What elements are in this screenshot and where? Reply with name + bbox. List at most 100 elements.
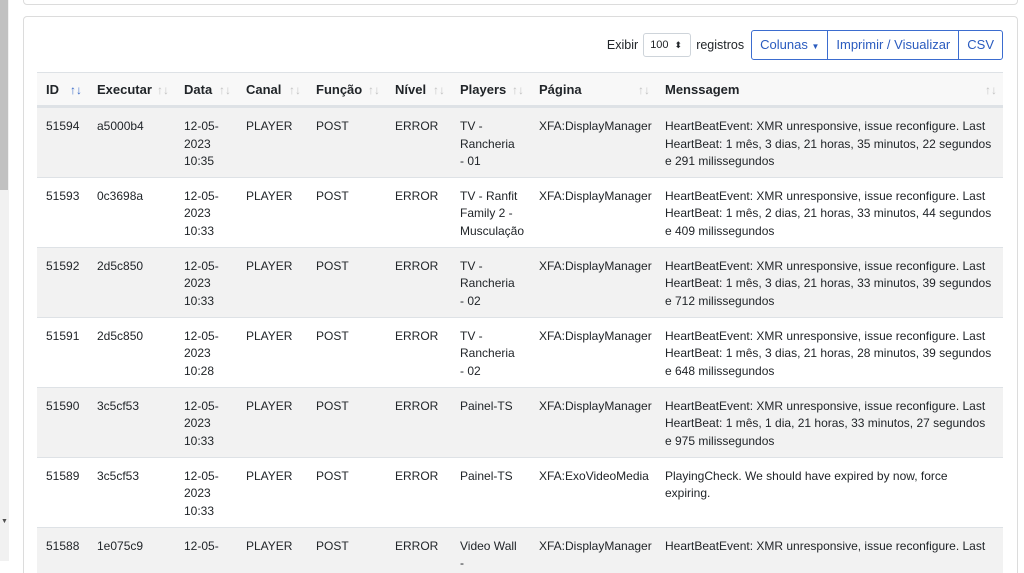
cell-funcao: POST	[307, 247, 386, 318]
sort-icon[interactable]: ↑↓	[512, 83, 524, 97]
column-header[interactable]: Players ↑↓	[451, 72, 530, 108]
header-row: ID ↑↓ Executar ↑↓ Data ↑↓ Canal ↑↓ Função ↑↓ Nível…	[37, 72, 1003, 108]
column-label: Menssagem	[665, 81, 740, 97]
print-button[interactable]: Imprimir / Visualizar	[827, 31, 958, 59]
table-row[interactable]: 51591 2d5c850 12-05-2023 10:28 PLAYER POST ER…	[37, 317, 1003, 388]
scrollbar-thumb[interactable]	[0, 0, 8, 190]
cell-nivel: ERROR	[386, 457, 451, 528]
cell-msg: HeartBeatEvent: XMR unresponsive, issue …	[656, 387, 1003, 458]
column-header[interactable]: Nível ↑↓	[386, 72, 451, 108]
sort-icon[interactable]: ↑↓	[985, 83, 997, 97]
column-header[interactable]: Menssagem ↑↓	[656, 72, 1003, 108]
column-header[interactable]: Data ↑↓	[175, 72, 237, 108]
cell-pagina: XFA:DisplayManager	[530, 387, 656, 458]
sort-icon[interactable]: ↑↓	[219, 83, 231, 97]
cell-funcao: POST	[307, 106, 386, 178]
cell-date: 12-05-2023 10:33	[175, 177, 237, 248]
cell-msg: HeartBeatEvent: XMR unresponsive, issue …	[656, 106, 1003, 178]
table-row[interactable]: 51594 a5000b4 12-05-2023 10:35 PLAYER POST ER…	[37, 106, 1003, 178]
cell-id: 51590	[37, 387, 88, 458]
page-size-value: 100	[650, 39, 669, 51]
column-label: Página	[539, 81, 582, 97]
csv-button[interactable]: CSV	[958, 31, 1002, 59]
table-row[interactable]: 51593 0c3698a 12-05-2023 10:33 PLAYER POST ER…	[37, 177, 1003, 248]
column-label: Players	[460, 81, 507, 97]
cell-date: 12-05-2023 10:35	[175, 106, 237, 178]
table-row[interactable]: 51589 3c5cf53 12-05-2023 10:33 PLAYER POST ER…	[37, 457, 1003, 528]
cell-date: 12-05-2023 10:33	[175, 387, 237, 458]
cell-players: TV - Rancheria - 02	[451, 247, 530, 318]
cell-nivel: ERROR	[386, 247, 451, 318]
column-label: Canal	[246, 81, 282, 97]
cell-canal: PLAYER	[237, 387, 307, 458]
cell-canal: PLAYER	[237, 317, 307, 388]
column-label: Data	[184, 81, 213, 97]
cell-id: 51589	[37, 457, 88, 528]
column-header[interactable]: ID ↑↓	[37, 72, 88, 108]
cell-canal: PLAYER	[237, 177, 307, 248]
sort-icon[interactable]: ↑↓	[368, 83, 380, 97]
cell-funcao: POST	[307, 317, 386, 388]
cell-nivel: ERROR	[386, 177, 451, 248]
cell-id: 51593	[37, 177, 88, 248]
cell-funcao: POST	[307, 177, 386, 248]
cell-date: 12-05-2023 10:33	[175, 247, 237, 318]
cell-nivel: ERROR	[386, 387, 451, 458]
cell-msg: PlayingCheck. We should have expired by …	[656, 457, 1003, 528]
cell-pagina: XFA:DisplayManager	[530, 106, 656, 178]
column-header[interactable]: Canal ↑↓	[237, 72, 307, 108]
columns-button[interactable]: Colunas ▼	[752, 31, 827, 59]
page-size-select[interactable]: 100 ⬍	[643, 33, 692, 57]
cell-pagina: XFA:DisplayManager	[530, 317, 656, 388]
top-card	[23, 0, 1018, 5]
sort-icon[interactable]: ↑↓	[433, 83, 445, 97]
cell-exec: 0c3698a	[88, 177, 175, 248]
columns-button-label: Colunas	[760, 37, 808, 52]
scroll-down-arrow-icon[interactable]: ▼	[1, 518, 8, 525]
cell-msg: HeartBeatEvent: XMR unresponsive, issue …	[656, 247, 1003, 318]
table-row[interactable]: 51590 3c5cf53 12-05-2023 10:33 PLAYER POST ER…	[37, 387, 1003, 458]
cell-id: 51594	[37, 106, 88, 178]
cell-id: 51591	[37, 317, 88, 388]
cell-players: Video Wall -	[451, 527, 530, 573]
select-arrows-icon: ⬍	[674, 39, 683, 50]
cell-exec: 1e075c9	[88, 527, 175, 573]
scrollbar[interactable]: ▼	[0, 0, 9, 561]
sort-icon[interactable]: ↑↓	[70, 83, 82, 97]
records-label: registros	[696, 38, 745, 52]
sort-icon[interactable]: ↑↓	[638, 83, 650, 97]
table-row[interactable]: 51588 1e075c9 12-05- PLAYER POST ERROR Video W…	[37, 527, 1003, 573]
log-table: ID ↑↓ Executar ↑↓ Data ↑↓ Canal ↑↓ Função ↑↓ Nível…	[37, 72, 1003, 573]
cell-date: 12-05-2023 10:28	[175, 317, 237, 388]
column-header[interactable]: Função ↑↓	[307, 72, 386, 108]
cell-canal: PLAYER	[237, 106, 307, 178]
column-header[interactable]: Página ↑↓	[530, 72, 656, 108]
column-label: ID	[46, 81, 59, 97]
cell-pagina: XFA:ExoVideoMedia	[530, 457, 656, 528]
cell-msg: HeartBeatEvent: XMR unresponsive, issue …	[656, 317, 1003, 388]
log-card: Exibir 100 ⬍ registros Colunas ▼ Imprimir…	[23, 16, 1018, 573]
cell-pagina: XFA:DisplayManager	[530, 177, 656, 248]
column-label: Função	[316, 81, 363, 97]
cell-nivel: ERROR	[386, 106, 451, 178]
cell-canal: PLAYER	[237, 457, 307, 528]
cell-players: TV - Ranfit Family 2 - Musculação	[451, 177, 530, 248]
cell-players: TV - Rancheria - 01	[451, 106, 530, 178]
cell-players: TV - Rancheria - 02	[451, 317, 530, 388]
cell-id: 51588	[37, 527, 88, 573]
cell-funcao: POST	[307, 527, 386, 573]
cell-nivel: ERROR	[386, 527, 451, 573]
cell-pagina: XFA:DisplayManager	[530, 247, 656, 318]
cell-date: 12-05-	[175, 527, 237, 573]
column-header[interactable]: Executar ↑↓	[88, 72, 175, 108]
sort-icon[interactable]: ↑↓	[157, 83, 169, 97]
table-row[interactable]: 51592 2d5c850 12-05-2023 10:33 PLAYER POST ER…	[37, 247, 1003, 318]
cell-exec: 3c5cf53	[88, 387, 175, 458]
cell-msg: HeartBeatEvent: XMR unresponsive, issue …	[656, 527, 1003, 573]
cell-canal: PLAYER	[237, 527, 307, 573]
cell-exec: 3c5cf53	[88, 457, 175, 528]
cell-exec: 2d5c850	[88, 317, 175, 388]
sort-icon[interactable]: ↑↓	[289, 83, 301, 97]
cell-nivel: ERROR	[386, 317, 451, 388]
cell-exec: a5000b4	[88, 106, 175, 178]
